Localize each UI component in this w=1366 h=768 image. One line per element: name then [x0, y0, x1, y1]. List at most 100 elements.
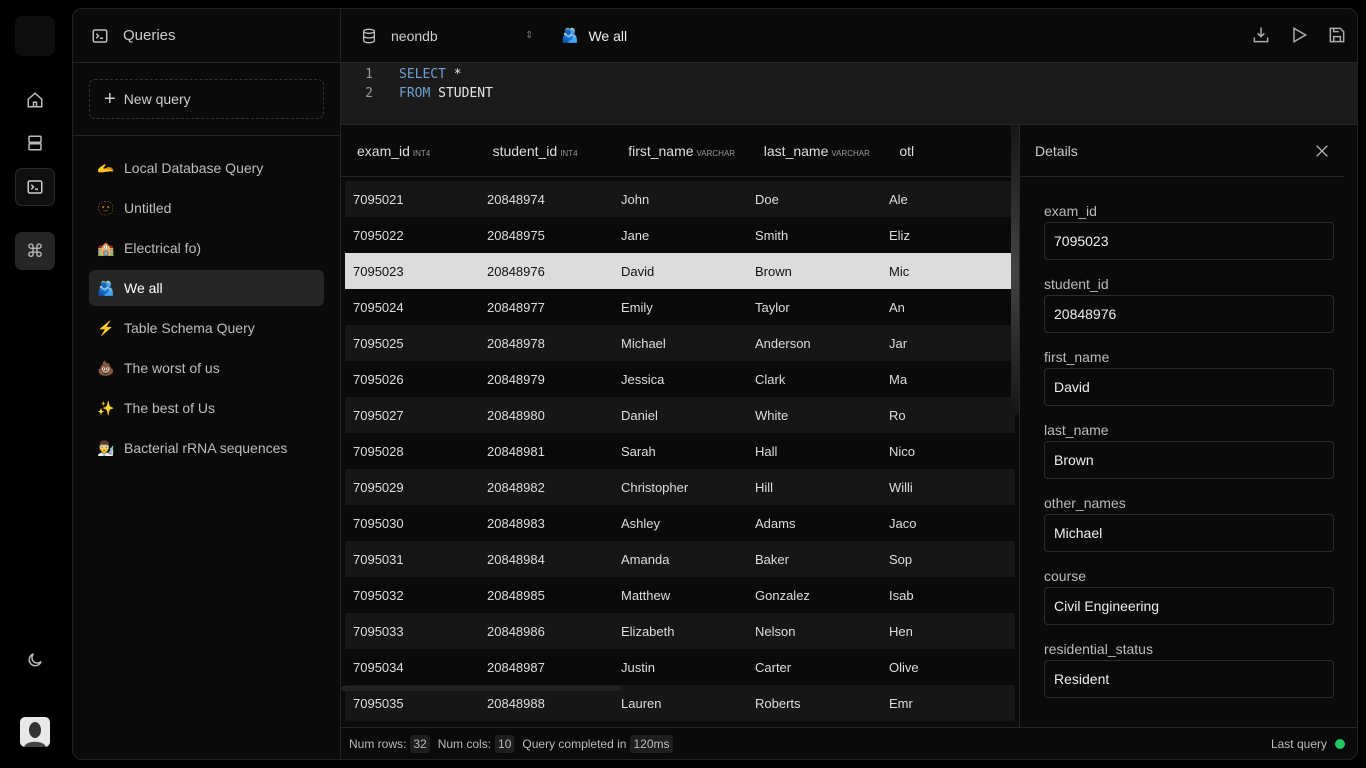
table-row[interactable]: 7095023 20848976 David Brown Mic [345, 253, 1015, 289]
table-cell[interactable]: Gonzalez [747, 588, 881, 603]
table-cell[interactable]: 20848985 [479, 588, 613, 603]
table-cell[interactable]: Jaco [881, 516, 1015, 531]
table-row[interactable]: 7095025 20848978 Michael Anderson Jar [345, 325, 1015, 361]
table-cell[interactable]: Mic [881, 264, 1015, 279]
query-item[interactable]: 🫥 Untitled [89, 190, 324, 226]
column-header[interactable]: otl [883, 143, 1019, 159]
table-row[interactable]: 7095026 20848979 Jessica Clark Ma [345, 361, 1015, 397]
query-item[interactable]: ✨ The best of Us [89, 390, 324, 426]
home-button[interactable] [15, 81, 55, 119]
download-icon[interactable] [1251, 25, 1271, 45]
table-cell[interactable]: Amanda [613, 552, 747, 567]
database-select[interactable]: neondb ⇕ [361, 27, 561, 45]
table-row[interactable]: 7095027 20848980 Daniel White Ro [345, 397, 1015, 433]
table-row[interactable]: 7095022 20848975 Jane Smith Eliz [345, 217, 1015, 253]
theme-toggle[interactable] [15, 641, 55, 679]
table-cell[interactable]: 20848982 [479, 480, 613, 495]
table-row[interactable]: 7095034 20848987 Justin Carter Olive [345, 649, 1015, 685]
table-cell[interactable]: David [613, 264, 747, 279]
table-cell[interactable]: 7095028 [345, 444, 479, 459]
databases-button[interactable] [15, 124, 55, 162]
table-row[interactable]: 7095032 20848985 Matthew Gonzalez Isab [345, 577, 1015, 613]
table-cell[interactable]: 20848983 [479, 516, 613, 531]
query-item[interactable]: ⚡ Table Schema Query [89, 310, 324, 346]
table-cell[interactable]: Olive [881, 660, 1015, 675]
table-cell[interactable]: 7095026 [345, 372, 479, 387]
table-row[interactable]: 7095029 20848982 Christopher Hill Willi [345, 469, 1015, 505]
table-cell[interactable]: Hall [747, 444, 881, 459]
table-row[interactable]: 7095021 20848974 John Doe Ale [345, 181, 1015, 217]
field-input[interactable]: 20848976 [1044, 295, 1334, 333]
field-input[interactable]: Resident [1044, 660, 1334, 698]
table-cell[interactable]: 7095035 [345, 696, 479, 711]
table-cell[interactable]: Eliz [881, 228, 1015, 243]
table-cell[interactable]: Anderson [747, 336, 881, 351]
table-cell[interactable]: 20848979 [479, 372, 613, 387]
new-query-button[interactable]: + New query [89, 79, 324, 119]
table-cell[interactable]: Christopher [613, 480, 747, 495]
table-cell[interactable]: Ashley [613, 516, 747, 531]
table-cell[interactable]: Carter [747, 660, 881, 675]
table-cell[interactable]: 7095029 [345, 480, 479, 495]
table-cell[interactable]: 7095021 [345, 192, 479, 207]
table-cell[interactable]: Baker [747, 552, 881, 567]
table-cell[interactable]: 20848976 [479, 264, 613, 279]
field-input[interactable]: 7095023 [1044, 222, 1334, 260]
table-cell[interactable]: Justin [613, 660, 747, 675]
table-row[interactable]: 7095028 20848981 Sarah Hall Nico [345, 433, 1015, 469]
table-cell[interactable]: 20848975 [479, 228, 613, 243]
sql-editor[interactable]: 1 SELECT * 2 FROM STUDENT [341, 63, 1357, 125]
table-cell[interactable]: 20848981 [479, 444, 613, 459]
table-row[interactable]: 7095024 20848977 Emily Taylor An [345, 289, 1015, 325]
table-cell[interactable]: 20848977 [479, 300, 613, 315]
table-cell[interactable]: Daniel [613, 408, 747, 423]
table-cell[interactable]: 7095022 [345, 228, 479, 243]
table-cell[interactable]: 7095027 [345, 408, 479, 423]
table-cell[interactable]: Elizabeth [613, 624, 747, 639]
table-cell[interactable]: Willi [881, 480, 1015, 495]
table-cell[interactable]: Ale [881, 192, 1015, 207]
column-header[interactable]: exam_id INT4 [341, 143, 477, 159]
table-cell[interactable]: 20848988 [479, 696, 613, 711]
avatar[interactable] [20, 717, 50, 747]
queries-button[interactable] [15, 168, 55, 206]
table-cell[interactable]: Ma [881, 372, 1015, 387]
table-cell[interactable]: Isab [881, 588, 1015, 603]
column-header[interactable]: last_name VARCHAR [748, 143, 884, 159]
query-item[interactable]: 🫂 We all [89, 270, 324, 306]
table-cell[interactable]: 20848987 [479, 660, 613, 675]
table-cell[interactable]: 7095023 [345, 264, 479, 279]
field-input[interactable]: Brown [1044, 441, 1334, 479]
table-cell[interactable]: 7095024 [345, 300, 479, 315]
query-title[interactable]: 🫂 We all [561, 27, 627, 44]
table-cell[interactable]: Clark [747, 372, 881, 387]
table-cell[interactable]: Nico [881, 444, 1015, 459]
table-cell[interactable]: 20848986 [479, 624, 613, 639]
table-cell[interactable]: Lauren [613, 696, 747, 711]
table-cell[interactable]: Jar [881, 336, 1015, 351]
table-cell[interactable]: Sarah [613, 444, 747, 459]
command-button[interactable]: ⌘ [15, 232, 55, 270]
table-cell[interactable]: Michael [613, 336, 747, 351]
close-icon[interactable] [1314, 143, 1330, 159]
table-cell[interactable]: Hen [881, 624, 1015, 639]
table-cell[interactable]: Taylor [747, 300, 881, 315]
run-icon[interactable] [1289, 25, 1309, 45]
query-item[interactable]: 👨‍🔬 Bacterial rRNA sequences [89, 430, 324, 466]
table-cell[interactable]: Matthew [613, 588, 747, 603]
table-cell[interactable]: Jessica [613, 372, 747, 387]
field-input[interactable]: Civil Engineering [1044, 587, 1334, 625]
table-cell[interactable]: Smith [747, 228, 881, 243]
column-header[interactable]: first_name VARCHAR [612, 143, 748, 159]
table-cell[interactable]: 7095032 [345, 588, 479, 603]
table-cell[interactable]: 20848978 [479, 336, 613, 351]
table-cell[interactable]: Roberts [747, 696, 881, 711]
query-item[interactable]: 💩 The worst of us [89, 350, 324, 386]
table-row[interactable]: 7095030 20848983 Ashley Adams Jaco [345, 505, 1015, 541]
table-cell[interactable]: Brown [747, 264, 881, 279]
query-item[interactable]: 🫴 Local Database Query [89, 150, 324, 186]
table-cell[interactable]: 20848984 [479, 552, 613, 567]
table-cell[interactable]: Hill [747, 480, 881, 495]
table-cell[interactable]: 20848974 [479, 192, 613, 207]
column-header[interactable]: student_id INT4 [477, 143, 613, 159]
